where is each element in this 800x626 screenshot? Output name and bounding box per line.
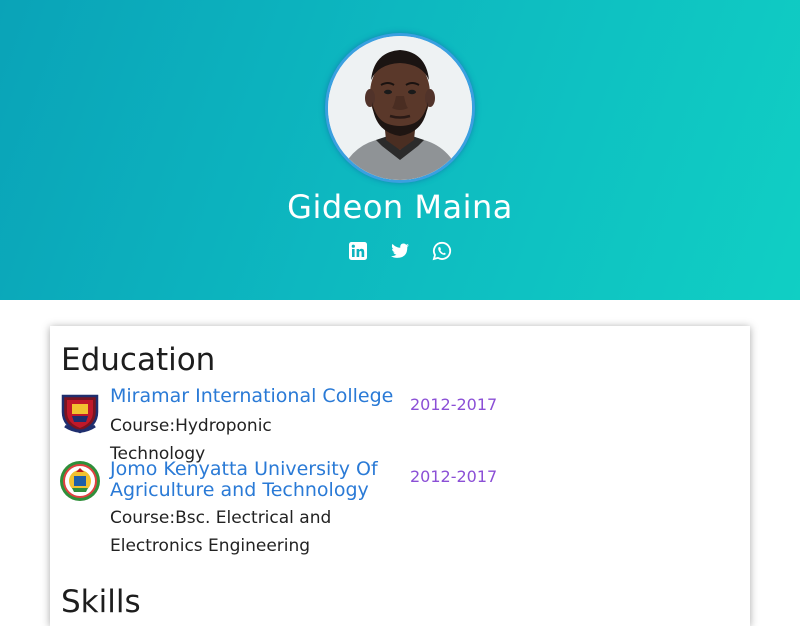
miramar-logo — [59, 392, 101, 434]
jkuat-crest-icon — [60, 461, 100, 501]
institution-link[interactable]: Jomo Kenyatta University Of Agriculture … — [110, 459, 400, 501]
twitter-icon — [391, 243, 409, 258]
education-item: Jomo Kenyatta University Of Agriculture … — [59, 459, 509, 559]
education-item: Miramar International College Course:Hyd… — [59, 386, 509, 464]
profile-header: Gideon Maina — [0, 0, 800, 300]
institution-link[interactable]: Miramar International College — [110, 386, 400, 407]
course-text: Course:Bsc. Electrical and Electronics E… — [110, 508, 332, 556]
years-text: 2012-2017 — [410, 395, 498, 414]
social-links — [340, 241, 460, 263]
whatsapp-icon — [432, 241, 452, 261]
whatsapp-link[interactable] — [432, 241, 452, 261]
profile-photo — [328, 36, 472, 180]
avatar — [328, 36, 472, 180]
linkedin-link[interactable] — [348, 241, 368, 261]
profile-name: Gideon Maina — [287, 188, 513, 226]
resume-card: Education Miramar International College … — [50, 326, 750, 626]
miramar-crest-icon — [61, 394, 99, 434]
years-text: 2012-2017 — [410, 467, 498, 486]
jkuat-logo — [59, 460, 101, 502]
skills-title: Skills — [61, 584, 141, 620]
twitter-link[interactable] — [390, 241, 410, 261]
linkedin-icon — [349, 242, 367, 260]
avatar-ring — [325, 33, 475, 183]
education-title: Education — [61, 342, 216, 378]
